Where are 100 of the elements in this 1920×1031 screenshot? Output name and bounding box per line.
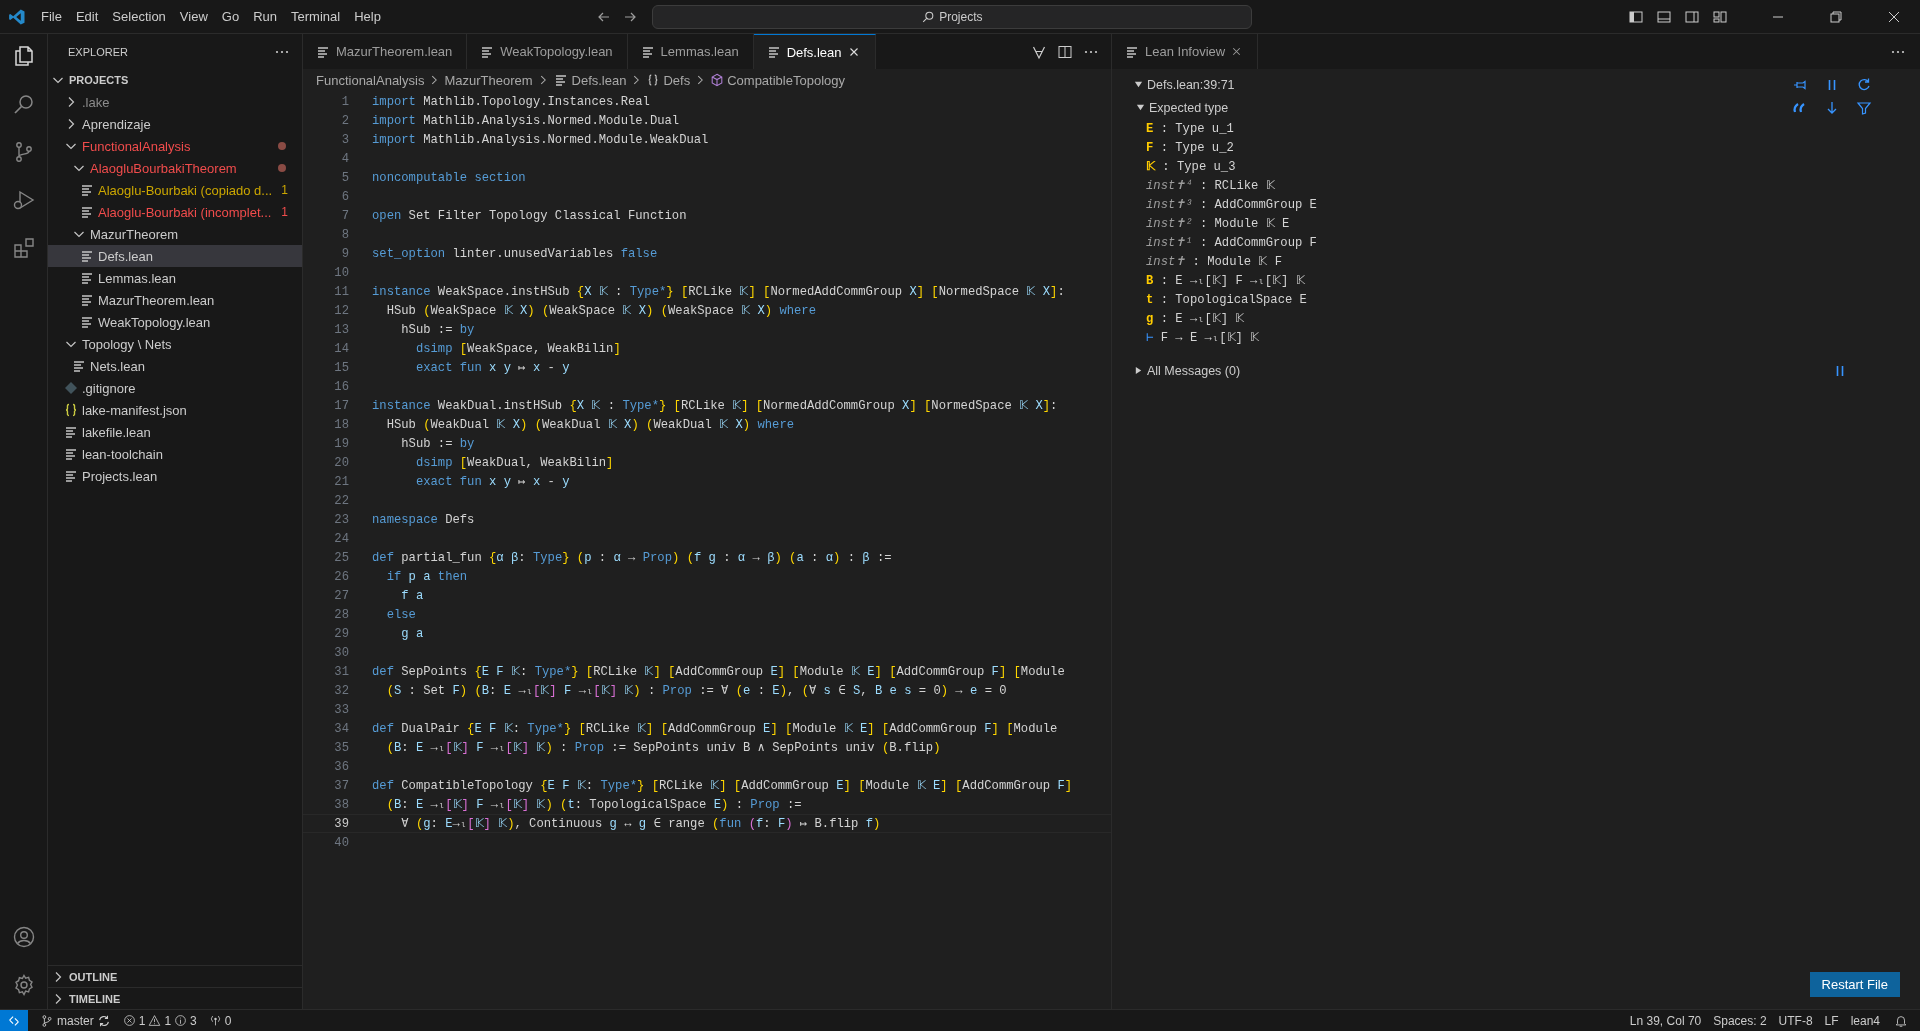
line-number: 21 (333, 474, 349, 489)
line-number: 38 (333, 797, 349, 812)
tree-item[interactable]: Nets.lean (48, 355, 302, 377)
panel-toggle-icon[interactable] (1656, 8, 1672, 25)
code-line: set_option linter.unusedVariables false (372, 246, 658, 261)
branch-status[interactable]: master (34, 1013, 117, 1028)
menu-item[interactable]: Edit (68, 9, 106, 24)
run-debug-icon[interactable] (11, 188, 36, 212)
status-item[interactable]: LF (1818, 1013, 1845, 1028)
code-line: ∀ (g: E→ₗ[𝕂] 𝕂), Continuous g ↔ g ∈ range (fun (f: F) ↦ B.flip f) (400, 816, 881, 831)
tree-item[interactable]: lakefile.lean (48, 421, 302, 443)
tree-item[interactable]: Aprendizaje (48, 113, 302, 135)
line-number: 7 (340, 208, 349, 223)
hypothesis-line: t : TopologicalSpace E (1146, 291, 1308, 309)
code-line: hSub := by (400, 436, 475, 451)
tree-item[interactable]: MazurTheorem (48, 223, 302, 245)
infoview-tab[interactable]: Lean Infoview (1112, 34, 1259, 69)
tree-section-header[interactable]: PROJECTS (48, 69, 302, 91)
code-line: dsimp [WeakSpace, WeakBilin] (414, 341, 621, 356)
breadcrumb[interactable]: Defs (663, 72, 691, 88)
status-item[interactable]: lean4 (1844, 1013, 1886, 1028)
line-number: 3 (340, 132, 349, 147)
menu-item[interactable]: File (34, 9, 69, 24)
code-line: exact fun x y ↦ x - y (414, 474, 570, 489)
status-item[interactable]: UTF-8 (1772, 1013, 1819, 1028)
code-line: exact fun x y ↦ x - y (414, 360, 570, 375)
messages-title: All Messages (0) (1147, 363, 1241, 378)
search-field[interactable]: Projects (651, 4, 1252, 29)
tree-item[interactable]: Projects.lean (48, 465, 302, 487)
filter-icon[interactable] (1856, 99, 1872, 116)
refresh-icon[interactable] (1856, 76, 1872, 93)
menu-item[interactable]: View (172, 9, 215, 24)
line-number: 12 (333, 303, 349, 318)
tree-item[interactable]: MazurTheorem.lean (48, 289, 302, 311)
line-number: 23 (333, 512, 349, 527)
account-icon[interactable] (11, 925, 36, 949)
line-number: 28 (333, 607, 349, 622)
disclosure-toggle[interactable] (1136, 103, 1145, 112)
restart-file-button[interactable]: Restart File (1809, 972, 1900, 997)
tree-item[interactable]: Defs.lean (48, 245, 302, 267)
breadcrumb[interactable]: Defs.lean (571, 72, 627, 88)
tree-item[interactable]: .lake (48, 91, 302, 113)
code-line: noncomputable section (372, 170, 526, 185)
line-number: 37 (333, 778, 349, 793)
code-line: import Mathlib.Topology.Instances.Real (372, 94, 650, 109)
line-number: 4 (340, 151, 349, 166)
remote-button[interactable] (0, 1010, 28, 1031)
status-item[interactable]: Ln 39, Col 70 (1623, 1013, 1708, 1028)
disclosure-toggle[interactable] (1134, 366, 1143, 375)
extensions-icon[interactable] (11, 236, 36, 260)
tree-item[interactable]: lean-toolchain (48, 443, 302, 465)
restore-icon[interactable] (1828, 8, 1844, 25)
tree-item[interactable]: AlaogluBourbakiTheorem (48, 157, 302, 179)
info-icon (174, 1014, 188, 1027)
line-number: 18 (333, 417, 349, 432)
bell-icon[interactable] (1894, 1013, 1908, 1028)
breadcrumb[interactable]: MazurTheorem (444, 72, 533, 88)
remote-icon (7, 1013, 21, 1028)
secondary-sidebar-icon[interactable] (1684, 8, 1700, 25)
code-line: instance WeakDual.instHSub {X 𝕂 : Type*} [RCLike 𝕂] [NormedAddCommGroup X] [NormedSpace 𝕂 X]: (372, 398, 1058, 413)
tree-item[interactable]: lake-manifest.json (48, 399, 302, 421)
braces-icon (63, 402, 79, 418)
menu-item[interactable]: Terminal (284, 9, 348, 24)
problem-count: 1 (281, 183, 288, 197)
menu-item[interactable]: Selection (105, 9, 173, 24)
tree-item[interactable]: Topology \ Nets (48, 333, 302, 355)
menu-item[interactable]: Go (214, 9, 247, 24)
disclosure-toggle[interactable] (1134, 80, 1143, 89)
breadcrumb[interactable]: FunctionalAnalysis (316, 72, 425, 88)
editor-tab[interactable]: Defs.lean (753, 34, 876, 69)
line-number: 24 (333, 531, 349, 546)
code-line: else (385, 607, 416, 622)
tree-item[interactable]: .gitignore (48, 377, 302, 399)
breadcrumb[interactable]: CompatibleTopology (727, 72, 845, 88)
layout-icon[interactable] (1712, 8, 1728, 25)
menu-item[interactable]: Run (246, 9, 284, 24)
status-item[interactable]: Spaces: 2 (1707, 1013, 1773, 1028)
file-lines-icon (79, 270, 95, 286)
error-icon (122, 1014, 136, 1027)
split-editor-icon[interactable] (1057, 43, 1073, 60)
problems-status[interactable]: 1 1 3 (116, 1013, 203, 1028)
line-number: 22 (333, 493, 349, 508)
code-line: if p a then (385, 569, 468, 584)
tree-item[interactable]: Lemmas.lean (48, 267, 302, 289)
tree-item[interactable]: FunctionalAnalysis (48, 135, 302, 157)
ports-status[interactable]: 0 (202, 1013, 238, 1028)
sidebar-toggle-icon[interactable] (1628, 8, 1644, 25)
tree-item[interactable]: Alaoglu-Bourbaki (incomplet... 1 (48, 201, 302, 223)
panel-title: EXPLORER (68, 45, 128, 58)
app-logo-icon (8, 7, 26, 26)
tree-item[interactable]: Alaoglu-Bourbaki (copiado d... 1 (48, 179, 302, 201)
menu-item[interactable]: Help (347, 9, 388, 24)
editor-tab[interactable]: MazurTheorem.lean (303, 34, 468, 69)
editor-tab[interactable]: Lemmas.lean (627, 34, 754, 69)
search-icon (921, 9, 936, 24)
section-header[interactable]: OUTLINE (48, 965, 302, 987)
file-lines-icon (79, 292, 95, 308)
tree-item[interactable]: WeakTopology.lean (48, 311, 302, 333)
line-number: 9 (340, 246, 349, 261)
editor-tab[interactable]: WeakTopology.lean (467, 34, 628, 69)
